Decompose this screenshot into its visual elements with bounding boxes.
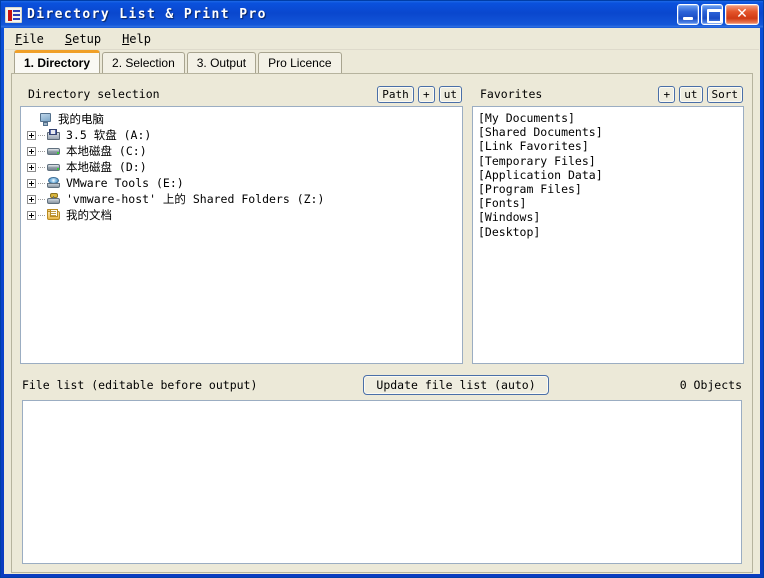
cut-button[interactable]: ut: [438, 85, 462, 103]
expand-icon[interactable]: [27, 210, 36, 220]
add-button[interactable]: +: [417, 85, 435, 103]
client-area: File Setup Help 1. Directory 2. Selectio…: [4, 28, 760, 574]
panels-row: Directory selection Path + ut 我的电脑 3.5 软…: [12, 74, 752, 370]
tab-output[interactable]: 3. Output: [186, 52, 257, 73]
computer-icon: [38, 112, 54, 127]
tree-item-shared-folders-z[interactable]: 'vmware-host' 上的 Shared Folders (Z:): [27, 191, 462, 207]
tree-connector: [38, 150, 45, 152]
favorites-list: [My Documents] [Shared Documents] [Link …: [473, 107, 743, 239]
folder-icon: [46, 208, 62, 223]
list-item[interactable]: [Desktop]: [478, 225, 743, 239]
tree-connector: [38, 166, 45, 168]
menu-item-help[interactable]: Help: [120, 31, 153, 47]
tree-item-label: 本地磁盘 (D:): [66, 160, 147, 174]
menu-label-file: ile: [22, 32, 44, 46]
path-button[interactable]: Path: [377, 85, 414, 103]
tree-item-label: 本地磁盘 (C:): [66, 144, 147, 158]
tree-item-floppy-a[interactable]: 3.5 软盘 (A:): [27, 127, 462, 143]
floppy-icon: [46, 128, 62, 143]
file-list-textarea[interactable]: [22, 400, 742, 564]
file-list-bar: File list (editable before output) Updat…: [12, 370, 752, 400]
tab-selection-label: 2. Selection: [112, 56, 175, 70]
directory-panel-title: Directory selection: [28, 87, 160, 101]
directory-selection-panel: Directory selection Path + ut 我的电脑 3.5 软…: [20, 82, 463, 364]
tab-output-label: 3. Output: [196, 56, 247, 70]
cd-drive-icon: [46, 176, 62, 191]
object-count-label: 0 Objects: [679, 378, 742, 392]
directory-tree: 我的电脑 3.5 软盘 (A:) 本地磁盘 (C:) 本地磁盘 (D:) VMw…: [21, 107, 462, 223]
window-title: Directory List & Print Pro: [27, 7, 267, 22]
minimize-button[interactable]: [677, 4, 699, 25]
maximize-button[interactable]: [701, 4, 723, 25]
favorites-list-box[interactable]: [My Documents] [Shared Documents] [Link …: [472, 106, 744, 364]
tree-item-label: VMware Tools (E:): [66, 176, 184, 190]
tree-item-my-computer[interactable]: 我的电脑: [27, 111, 462, 127]
application-window: Directory List & Print Pro ✕ File Setup …: [0, 0, 764, 578]
tree-item-local-disk-d[interactable]: 本地磁盘 (D:): [27, 159, 462, 175]
tree-item-label: 3.5 软盘 (A:): [66, 128, 152, 142]
network-drive-icon: [46, 192, 62, 207]
tab-pro-licence[interactable]: Pro Licence: [258, 52, 342, 73]
directory-panel-header: Directory selection Path + ut: [20, 82, 463, 106]
tree-item-my-documents[interactable]: 我的文档: [27, 207, 462, 223]
hard-drive-icon: [46, 160, 62, 175]
directory-panel-buttons: Path + ut: [377, 85, 462, 103]
expand-icon[interactable]: [27, 130, 36, 140]
favorites-panel-header: Favorites + ut Sort: [472, 82, 744, 106]
app-list-icon: [5, 6, 22, 23]
tree-item-local-disk-c[interactable]: 本地磁盘 (C:): [27, 143, 462, 159]
title-bar: Directory List & Print Pro ✕: [1, 1, 763, 28]
tree-connector: [38, 182, 45, 184]
expand-icon[interactable]: [27, 178, 36, 188]
tab-pro-licence-label: Pro Licence: [268, 56, 332, 70]
cut-favorite-button[interactable]: ut: [679, 85, 703, 103]
menu-item-setup[interactable]: Setup: [63, 31, 103, 47]
tab-selection[interactable]: 2. Selection: [102, 52, 185, 73]
expand-icon[interactable]: [27, 194, 36, 204]
tree-connector: [38, 214, 45, 216]
menu-label-help: elp: [129, 32, 151, 46]
list-item[interactable]: [Shared Documents]: [478, 125, 743, 139]
tree-item-label: 我的电脑: [58, 112, 104, 126]
sort-favorites-button[interactable]: Sort: [706, 85, 743, 103]
tree-connector: [38, 134, 45, 136]
expand-icon[interactable]: [27, 162, 36, 172]
favorites-panel: Favorites + ut Sort [My Documents] [Shar…: [472, 82, 744, 364]
directory-tree-box[interactable]: 我的电脑 3.5 软盘 (A:) 本地磁盘 (C:) 本地磁盘 (D:) VMw…: [20, 106, 463, 364]
list-item[interactable]: [Windows]: [478, 210, 743, 224]
close-button[interactable]: ✕: [725, 4, 759, 25]
list-item[interactable]: [Application Data]: [478, 168, 743, 182]
menu-bar: File Setup Help: [5, 29, 759, 50]
tab-directory-label: 1. Directory: [24, 55, 91, 70]
tab-strip: 1. Directory 2. Selection 3. Output Pro …: [5, 50, 759, 73]
menu-label-setup: etup: [72, 32, 102, 46]
list-item[interactable]: [Program Files]: [478, 182, 743, 196]
list-item[interactable]: [My Documents]: [478, 111, 743, 125]
file-list-label: File list (editable before output): [22, 378, 258, 392]
favorites-panel-title: Favorites: [480, 87, 543, 101]
update-file-list-button[interactable]: Update file list (auto): [363, 375, 549, 395]
favorites-panel-buttons: + ut Sort: [658, 85, 743, 103]
hard-drive-icon: [46, 144, 62, 159]
close-icon: ✕: [736, 6, 748, 22]
tree-item-vmware-tools-e[interactable]: VMware Tools (E:): [27, 175, 462, 191]
tree-connector: [38, 198, 45, 200]
list-item[interactable]: [Link Favorites]: [478, 139, 743, 153]
list-item[interactable]: [Fonts]: [478, 196, 743, 210]
tab-directory[interactable]: 1. Directory: [14, 50, 101, 73]
list-item[interactable]: [Temporary Files]: [478, 154, 743, 168]
add-favorite-button[interactable]: +: [658, 85, 676, 103]
tab-page-directory: Directory selection Path + ut 我的电脑 3.5 软…: [11, 73, 753, 573]
expand-icon[interactable]: [27, 146, 36, 156]
tree-item-label: 'vmware-host' 上的 Shared Folders (Z:): [66, 192, 325, 206]
menu-item-file[interactable]: File: [13, 31, 46, 47]
window-controls: ✕: [677, 4, 761, 25]
tree-item-label: 我的文档: [66, 208, 112, 222]
